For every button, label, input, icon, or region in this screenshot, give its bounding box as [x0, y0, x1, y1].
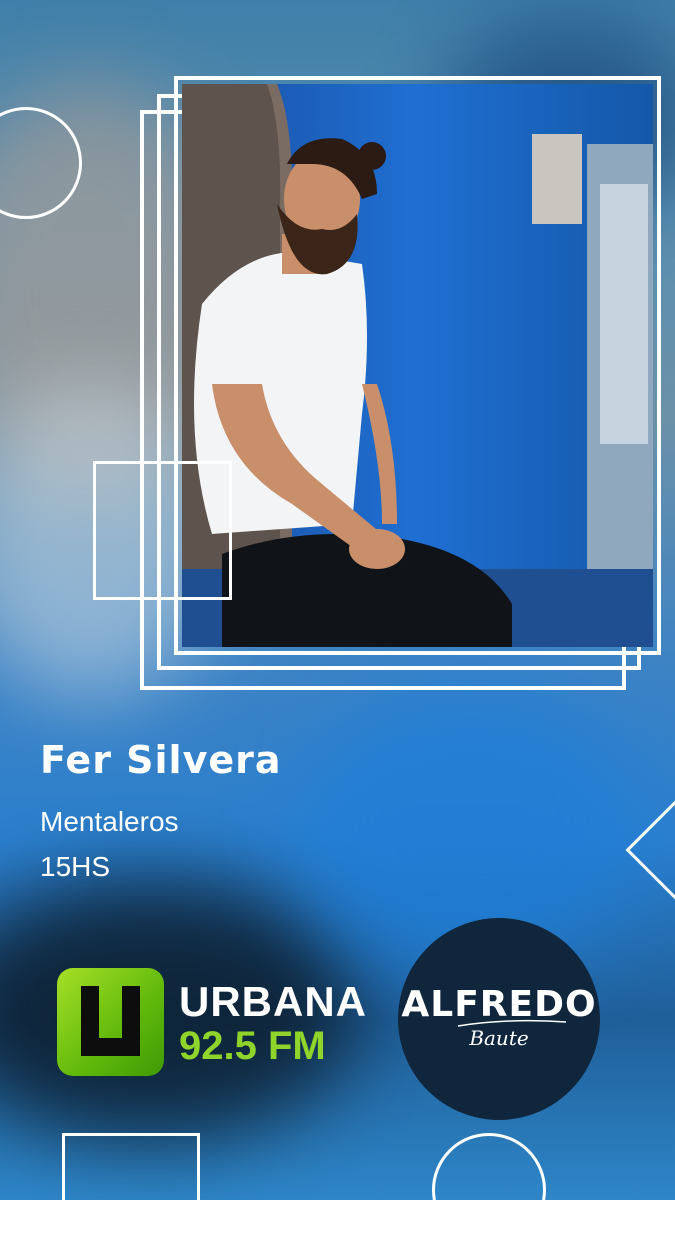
photo-frame-front	[174, 76, 661, 655]
alfredo-logo-underline	[457, 1019, 567, 1027]
alfredo-baute-logo: ALFREDO Baute	[398, 918, 600, 1120]
square-decoration	[62, 1133, 200, 1253]
artist-name: Fer Silvera	[40, 738, 282, 782]
urbana-name: URBANA	[179, 978, 367, 1025]
show-time: 15HS	[40, 851, 111, 882]
overlay-square-frame	[93, 461, 232, 600]
show-name: Mentaleros	[40, 806, 179, 837]
urbana-frequency: 92.5 FM	[179, 1024, 326, 1068]
urbana-u-icon	[57, 968, 164, 1076]
circle-decoration	[432, 1133, 546, 1247]
